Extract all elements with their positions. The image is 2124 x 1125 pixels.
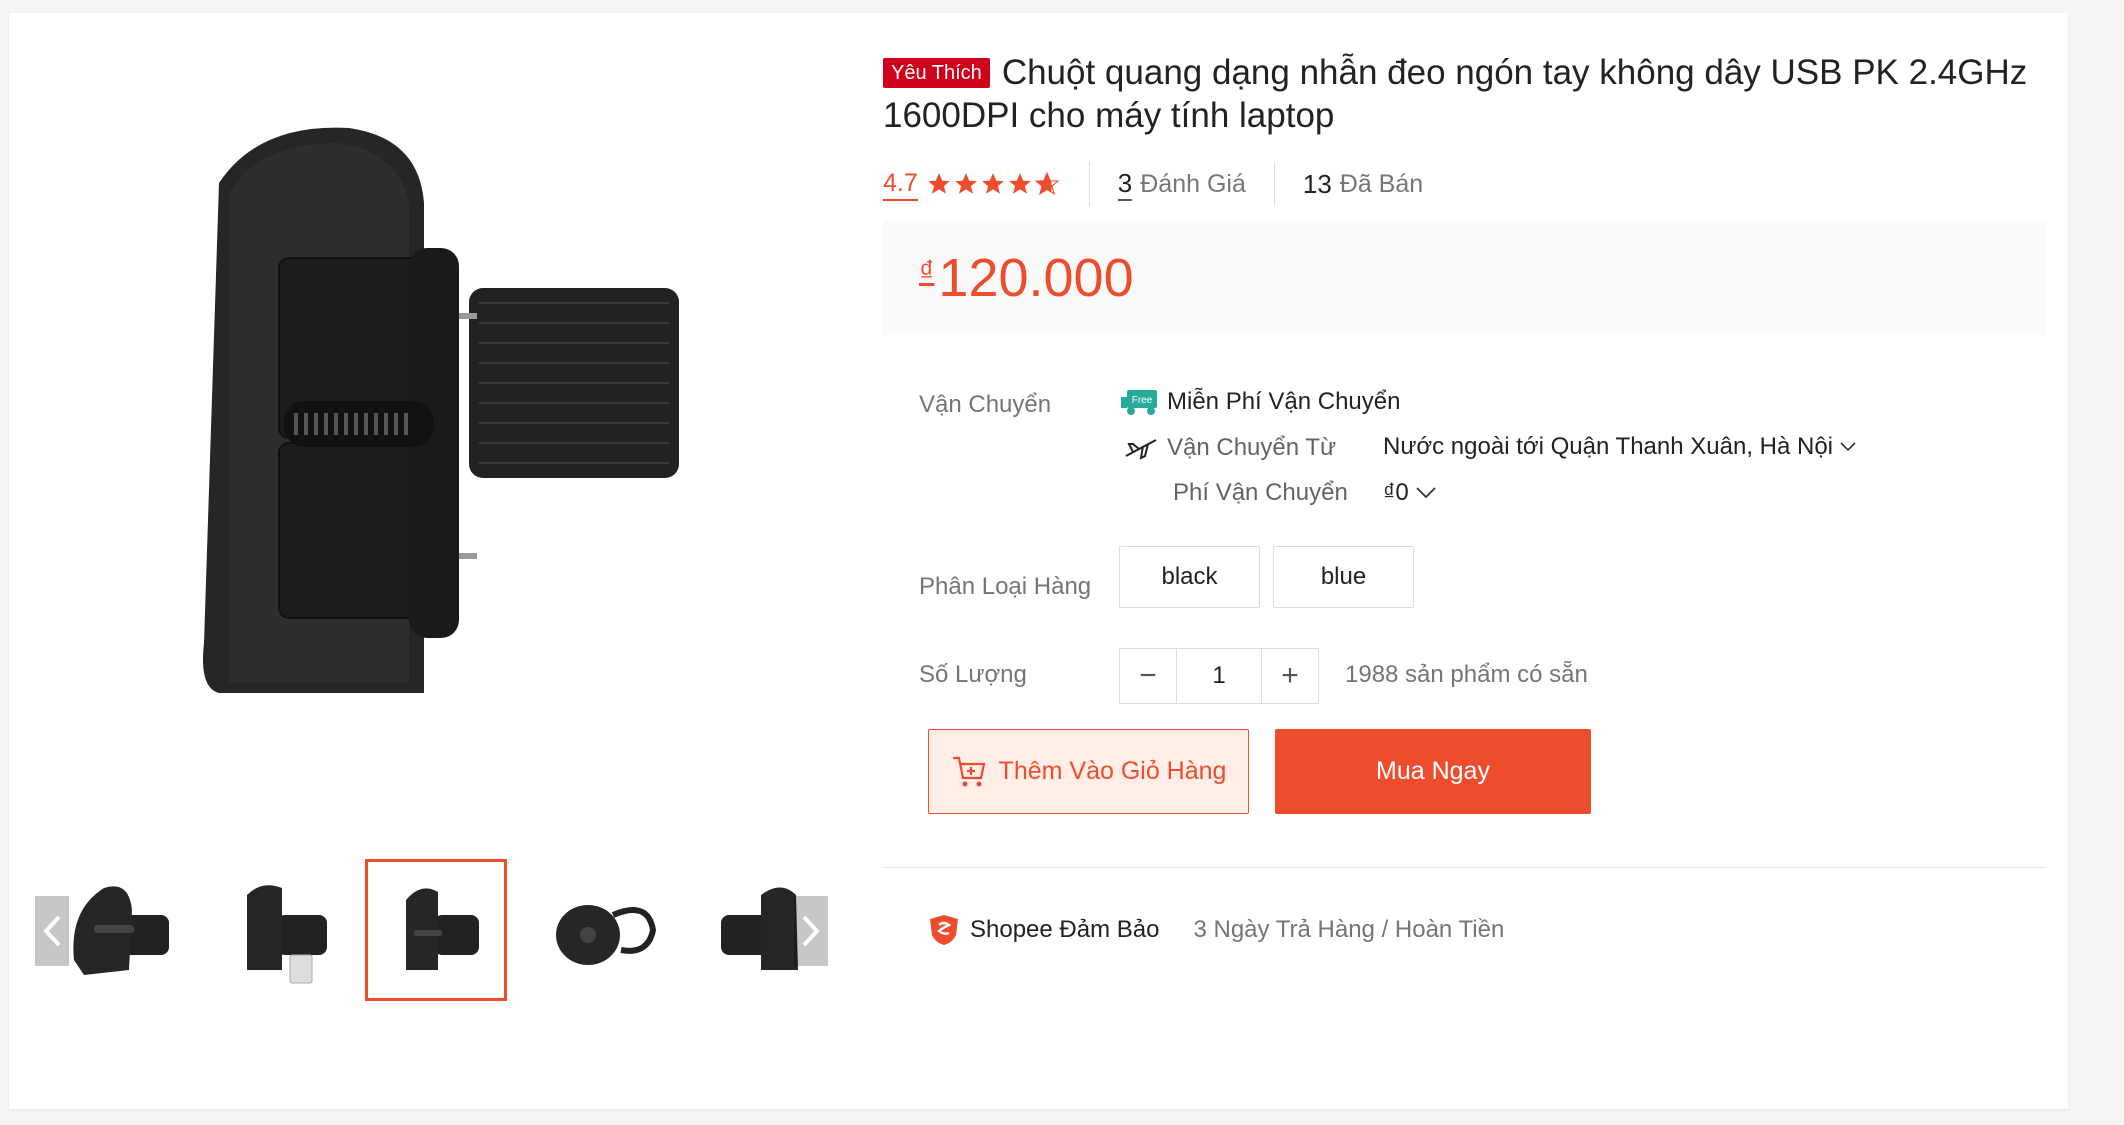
chevron-down-icon [1840, 442, 1856, 452]
shipping-fee-label: Phí Vận Chuyển [1173, 479, 1348, 506]
quantity-stepper: − + [1119, 648, 1319, 704]
thumbnail-strip [35, 846, 837, 1001]
product-title-text: Chuột quang dạng nhẫn đeo ngón tay không… [883, 53, 2028, 135]
guarantee-text: 3 Ngày Trả Hàng / Hoàn Tiền [1193, 916, 1505, 943]
chevron-down-icon [1416, 487, 1436, 499]
next-image-button[interactable] [794, 896, 828, 966]
quantity-increase-button[interactable]: + [1262, 649, 1318, 703]
star-icon [981, 173, 1004, 194]
main-product-image[interactable] [109, 83, 769, 743]
add-to-cart-button[interactable]: Thêm Vào Giỏ Hàng [928, 729, 1249, 814]
free-badge-text: Free [1132, 395, 1153, 406]
divider [1273, 162, 1275, 206]
prev-image-button[interactable] [35, 896, 69, 966]
shipping-fee-line: Phí Vận Chuyển [1173, 479, 1348, 507]
stock-available: 1988 sản phẩm có sẵn [1345, 661, 1588, 688]
rating-value[interactable]: 4.7 [883, 167, 918, 201]
product-title: Yêu Thích Chuột quang dạng nhẫn đeo ngón … [883, 51, 2043, 137]
thumbnail-2[interactable] [211, 859, 353, 1001]
free-shipping-text: Miễn Phí Vận Chuyển [1167, 388, 1401, 415]
shipping-destination-select[interactable]: Nước ngoài tới Quận Thanh Xuân, Hà Nội [1383, 433, 1857, 461]
chevron-right-icon [802, 915, 820, 947]
rating-stars [926, 171, 1061, 197]
shopee-guarantee[interactable]: Shopee Đảm Bảo 3 Ngày Trả Hàng / Hoàn Ti… [928, 913, 1504, 947]
reviews-count[interactable]: 3 [1117, 167, 1133, 201]
shipping-fee-select[interactable]: ₫0 [1383, 479, 1437, 507]
shield-icon [930, 915, 958, 945]
product-gallery [9, 13, 839, 1109]
shipping-fee-value: ₫0 [1383, 479, 1409, 506]
variant-option-black[interactable]: black [1119, 546, 1260, 608]
price-box: ₫ 120.000 [883, 221, 2046, 335]
sold-count: 13 [1302, 169, 1332, 199]
star-half-icon [1034, 171, 1059, 195]
star-icon [927, 173, 950, 194]
product-details: Yêu Thích Chuột quang dạng nhẫn đeo ngón … [883, 13, 2046, 1109]
free-shipping-icon: Free [1119, 387, 1163, 417]
variant-option-blue[interactable]: blue [1273, 546, 1414, 608]
divider [1088, 162, 1090, 206]
divider [883, 867, 2046, 868]
variants-label: Phân Loại Hàng [919, 573, 1092, 600]
favorite-badge: Yêu Thích [883, 58, 990, 88]
price-value: 120.000 [938, 248, 1134, 308]
quantity-label: Số Lượng [919, 661, 1027, 688]
buy-now-button[interactable]: Mua Ngay [1275, 729, 1591, 814]
shipping-from-line: Vận Chuyển Từ [1119, 433, 1336, 463]
reviews-label: Đánh Giá [1140, 169, 1246, 198]
shipping-from-label: Vận Chuyển Từ [1167, 434, 1337, 461]
rating-row: 4.7 3 Đánh Giá 13 Đã Bán [883, 161, 1423, 207]
quantity-decrease-button[interactable]: − [1120, 649, 1176, 703]
thumbnail-3[interactable] [365, 859, 507, 1001]
star-icon [1008, 173, 1031, 194]
thumbnail-4[interactable] [532, 859, 674, 1001]
price-currency: ₫ [919, 255, 935, 288]
product-card: Yêu Thích Chuột quang dạng nhẫn đeo ngón … [9, 13, 2068, 1109]
quantity-input[interactable] [1176, 649, 1262, 703]
chevron-left-icon [43, 915, 61, 947]
shipping-from-value: Nước ngoài tới Quận Thanh Xuân, Hà Nội [1383, 433, 1834, 460]
free-shipping-line: Free Miễn Phí Vận Chuyển [1119, 387, 1400, 417]
sold-label: Đã Bán [1339, 169, 1424, 198]
airplane-icon [1119, 433, 1163, 463]
guarantee-title: Shopee Đảm Bảo [970, 916, 1160, 943]
add-to-cart-label: Thêm Vào Giỏ Hàng [998, 757, 1227, 785]
cart-icon [952, 756, 985, 786]
star-icon [954, 173, 977, 194]
shipping-label: Vận Chuyển [919, 391, 1052, 418]
